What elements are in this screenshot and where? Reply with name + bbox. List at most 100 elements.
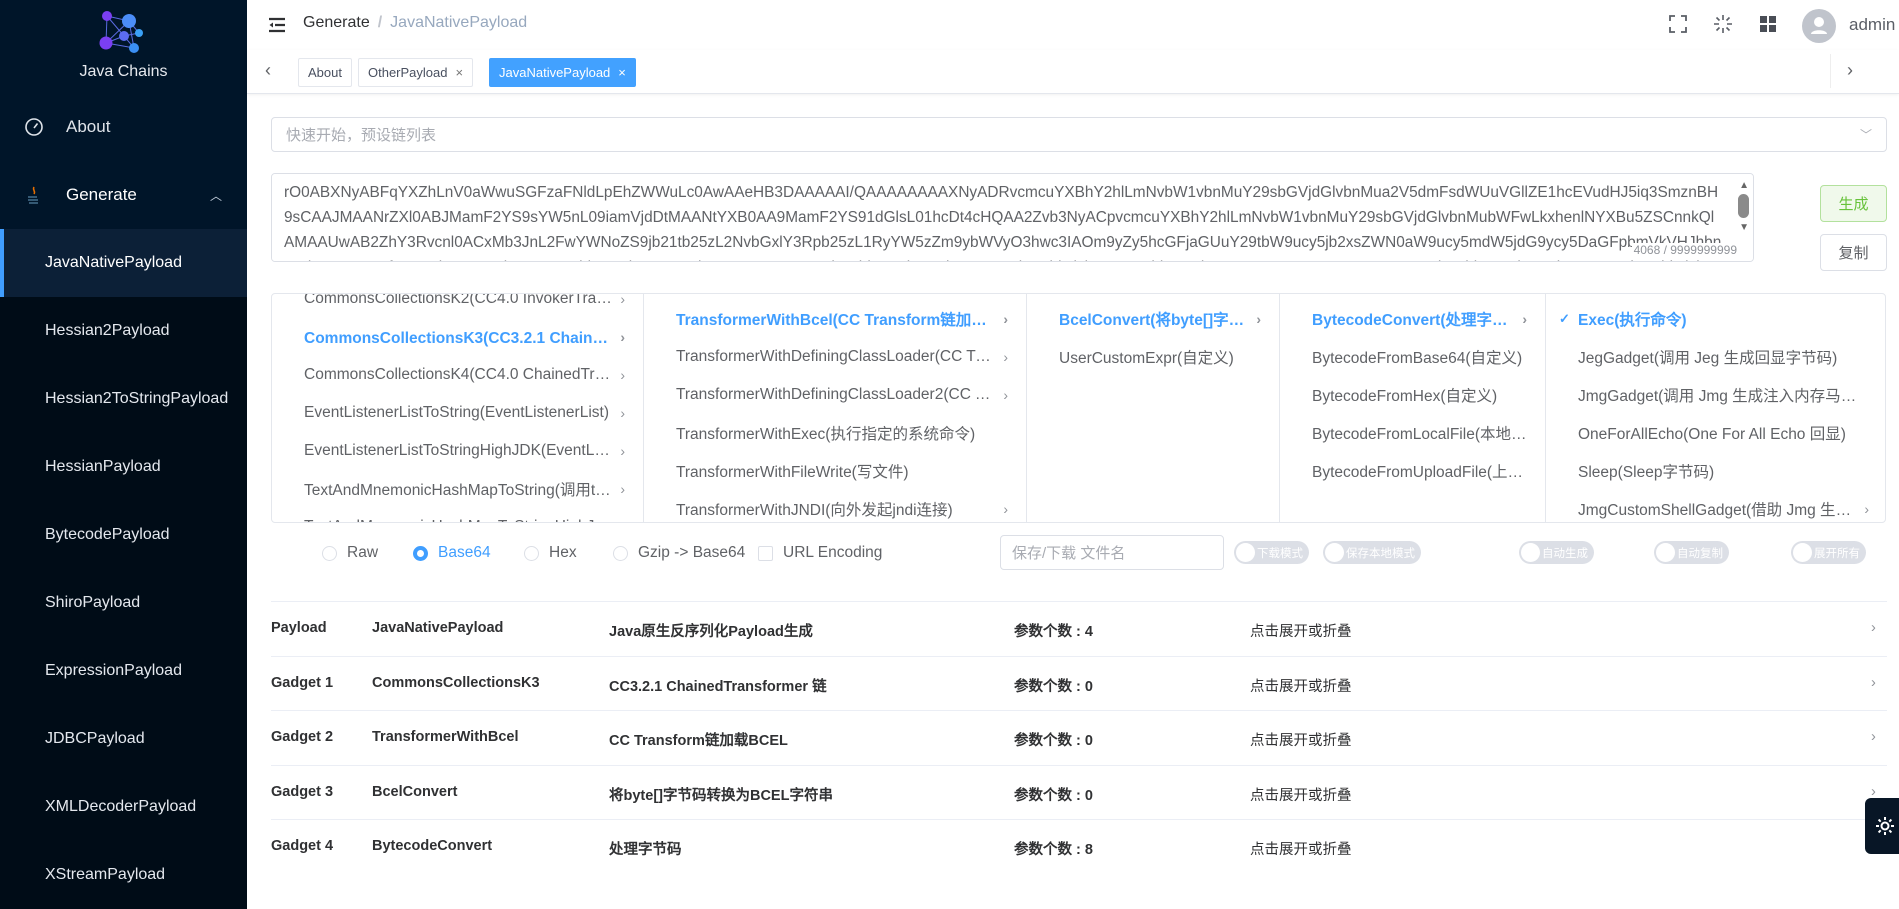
sidebar-item-hessian2payload[interactable]: Hessian2Payload	[0, 297, 247, 365]
cascader-option-label: JegGadget(调用 Jeg 生成回显字节码)	[1578, 350, 1838, 367]
sidebar-item-jdbcpayload[interactable]: JDBCPayload	[0, 705, 247, 773]
sidebar-item-expressionpayload[interactable]: ExpressionPayload	[0, 637, 247, 705]
gear-icon	[1876, 817, 1894, 835]
sidebar-item-shiropayload[interactable]: ShiroPayload	[0, 569, 247, 637]
tab-about[interactable]: About	[298, 58, 352, 87]
cascader-option[interactable]: TransformerWithDefiningClassLoader2(CC T…	[644, 376, 1026, 414]
sidebar-item-hessian2tostringpayload[interactable]: Hessian2ToStringPayload	[0, 365, 247, 433]
radio-hex[interactable]: Hex	[524, 544, 577, 562]
chevron-right-icon[interactable]: ›	[1871, 729, 1876, 745]
cascader-option[interactable]: EventListenerListToStringHighJDK(EventLi…	[272, 432, 643, 470]
cascader-option[interactable]: TransformerWithFileWrite(写文件)	[644, 452, 1026, 490]
chevron-right-icon[interactable]: ›	[1871, 675, 1876, 691]
auto-generate-switch[interactable]: 自动生成	[1519, 541, 1594, 564]
scrollbar-thumb[interactable]	[1738, 194, 1749, 218]
close-icon[interactable]: ×	[456, 65, 464, 80]
cascader-option[interactable]: BcelConvert(将byte[]字节码转换为BCEL字符串) ›	[1027, 300, 1279, 338]
tabs-scroll-left-icon[interactable]: ‹	[265, 60, 271, 81]
chevron-right-icon: ›	[1003, 349, 1008, 365]
payload-output-textarea[interactable]: rO0ABXNyABFqYXZhLnV0aWwuSGFzaFNldLpEhZWW…	[272, 174, 1753, 261]
row-params: 参数个数 : 4	[1014, 624, 1093, 640]
radio-raw[interactable]: Raw	[322, 544, 378, 562]
cascader-option[interactable]: TextAndMnemonicHashMapToString(调用toStrin…	[272, 470, 643, 508]
sidebar-item-xmldecoderpayload[interactable]: XMLDecoderPayload	[0, 773, 247, 841]
radio-label: Hex	[549, 544, 577, 561]
logo: Java Chains	[0, 10, 247, 81]
row-action[interactable]: 点击展开或折叠	[1250, 675, 1352, 696]
sidebar-item-xstreampayload[interactable]: XStreamPayload	[0, 841, 247, 909]
chevron-right-icon: ›	[620, 367, 625, 383]
expand-all-switch[interactable]: 展开所有	[1791, 541, 1866, 564]
cascader-option-label: BytecodeFromLocalFile(本地文件)	[1312, 426, 1527, 443]
chain-row[interactable]: Gadget 3 BcelConvert 将byte[]字节码转换为BCEL字符串 参…	[271, 764, 1887, 819]
tab-otherpayload[interactable]: OtherPayload ×	[358, 58, 474, 87]
cascader-option[interactable]: JmgCustomShellGadget(借助 Jmg 生成自定义内存马) ›	[1546, 490, 1885, 522]
save-local-mode-switch[interactable]: 保存本地模式	[1323, 541, 1421, 564]
sidebar-item-bytecodepayload[interactable]: BytecodePayload	[0, 501, 247, 569]
cascader-option[interactable]: BytecodeConvert(处理字节码) ›	[1280, 300, 1545, 338]
preset-chain-select[interactable]: 快速开始，预设链列表 ﹀	[271, 117, 1887, 152]
cascader-option[interactable]: OneForAllEcho(One For All Echo 回显)	[1546, 414, 1885, 452]
cascader-option[interactable]: TransformerWithBcel(CC Transform链加载BCEL)…	[644, 300, 1026, 338]
radio-circle	[524, 545, 539, 561]
cascader-option[interactable]: TransformerWithJNDI(向外发起jndi连接) ›	[644, 490, 1026, 522]
cascader-option[interactable]: EventListenerListToString(EventListenerL…	[272, 394, 643, 432]
cascader-option[interactable]: CommonsCollectionsK4(CC4.0 ChainedTransf…	[272, 356, 643, 394]
scroll-up-icon[interactable]: ▲	[1739, 180, 1749, 191]
filename-input[interactable]: 保存/下载 文件名	[1000, 535, 1224, 570]
sidebar-item-label: About	[66, 117, 111, 136]
chain-row[interactable]: Gadget 4 BytecodeConvert 处理字节码 参数个数 : 8 点击展开…	[271, 819, 1887, 873]
chain-row[interactable]: Gadget 2 TransformerWithBcel CC Transform链…	[271, 710, 1887, 764]
settings-button[interactable]	[1865, 798, 1899, 854]
sidebar-item-generate[interactable]: Generate ︿	[0, 161, 247, 229]
row-name: JavaNativePayload	[372, 620, 504, 636]
loading-spinner-icon[interactable]	[1713, 14, 1733, 34]
chain-row[interactable]: Gadget 1 CommonsCollectionsK3 CC3.2.1 Chai…	[271, 655, 1887, 710]
breadcrumb-generate[interactable]: Generate	[303, 14, 370, 31]
url-encoding-checkbox[interactable]: URL Encoding	[758, 544, 882, 562]
cascader-option[interactable]: BytecodeFromHex(自定义)	[1280, 376, 1545, 414]
cascader-option[interactable]: CommonsCollectionsK2(CC4.0 InvokerTransf…	[272, 294, 643, 318]
row-action[interactable]: 点击展开或折叠	[1250, 729, 1352, 750]
cascader-option[interactable]: Sleep(Sleep字节码)	[1546, 452, 1885, 490]
cascader-option[interactable]: TransformerWithDefiningClassLoader(CC Tr…	[644, 338, 1026, 376]
chevron-right-icon[interactable]: ›	[1871, 620, 1876, 636]
radio-base64[interactable]: Base64	[413, 544, 491, 562]
download-mode-switch[interactable]: 下载模式	[1234, 541, 1309, 564]
cascader-option[interactable]: UserCustomExpr(自定义)	[1027, 338, 1279, 376]
row-action[interactable]: 点击展开或折叠	[1250, 784, 1352, 805]
sidebar-toggle-icon[interactable]	[267, 15, 287, 35]
tab-javanativepayload[interactable]: JavaNativePayload ×	[489, 58, 636, 87]
avatar[interactable]	[1802, 9, 1836, 43]
row-action[interactable]: 点击展开或折叠	[1250, 620, 1352, 641]
chevron-right-icon: ›	[620, 294, 625, 307]
generate-button[interactable]: 生成	[1820, 185, 1887, 222]
fullscreen-icon[interactable]	[1668, 14, 1688, 34]
chain-row[interactable]: Payload JavaNativePayload Java原生反序列化Payloa…	[271, 601, 1887, 655]
cascader-option[interactable]: JegGadget(调用 Jeg 生成回显字节码)	[1546, 338, 1885, 376]
cascader-option[interactable]: JmgGadget(调用 Jmg 生成注入内存马字节码)	[1546, 376, 1885, 414]
chevron-right-icon: ›	[620, 481, 625, 497]
java-icon	[28, 186, 38, 204]
tabs-bar: ‹ About OtherPayload × JavaNativePayload ×…	[247, 50, 1899, 94]
copy-button[interactable]: 复制	[1820, 234, 1887, 271]
radio-gzip-base64[interactable]: Gzip -> Base64	[613, 544, 745, 562]
cascader-option[interactable]: BytecodeFromBase64(自定义)	[1280, 338, 1545, 376]
tabs-scroll-right-icon[interactable]: ›	[1847, 60, 1853, 81]
scroll-down-icon[interactable]: ▼	[1739, 222, 1749, 233]
cascader-option[interactable]: TextAndMnemonicHashMapToStringHighJDK ›	[272, 508, 643, 522]
cascader-option[interactable]: CommonsCollectionsK3(CC3.2.1 ChainedTran…	[272, 318, 643, 356]
cascader-option[interactable]: BytecodeFromUploadFile(上传文件)	[1280, 452, 1545, 490]
switch-label: 下载模式	[1257, 547, 1303, 560]
username[interactable]: admin	[1849, 15, 1895, 35]
sidebar-item-hessianpayload[interactable]: HessianPayload	[0, 433, 247, 501]
row-action[interactable]: 点击展开或折叠	[1250, 838, 1352, 859]
sidebar-item-about[interactable]: About	[0, 93, 247, 161]
auto-copy-switch[interactable]: 自动复制	[1654, 541, 1729, 564]
cascader-option[interactable]: ✓ Exec(执行命令)	[1546, 300, 1885, 338]
close-icon[interactable]: ×	[618, 65, 626, 80]
sidebar-item-javanativepayload[interactable]: JavaNativePayload	[0, 229, 247, 297]
grid-apps-icon[interactable]	[1758, 14, 1778, 34]
cascader-option[interactable]: BytecodeFromLocalFile(本地文件)	[1280, 414, 1545, 452]
cascader-option[interactable]: TransformerWithExec(执行指定的系统命令)	[644, 414, 1026, 452]
